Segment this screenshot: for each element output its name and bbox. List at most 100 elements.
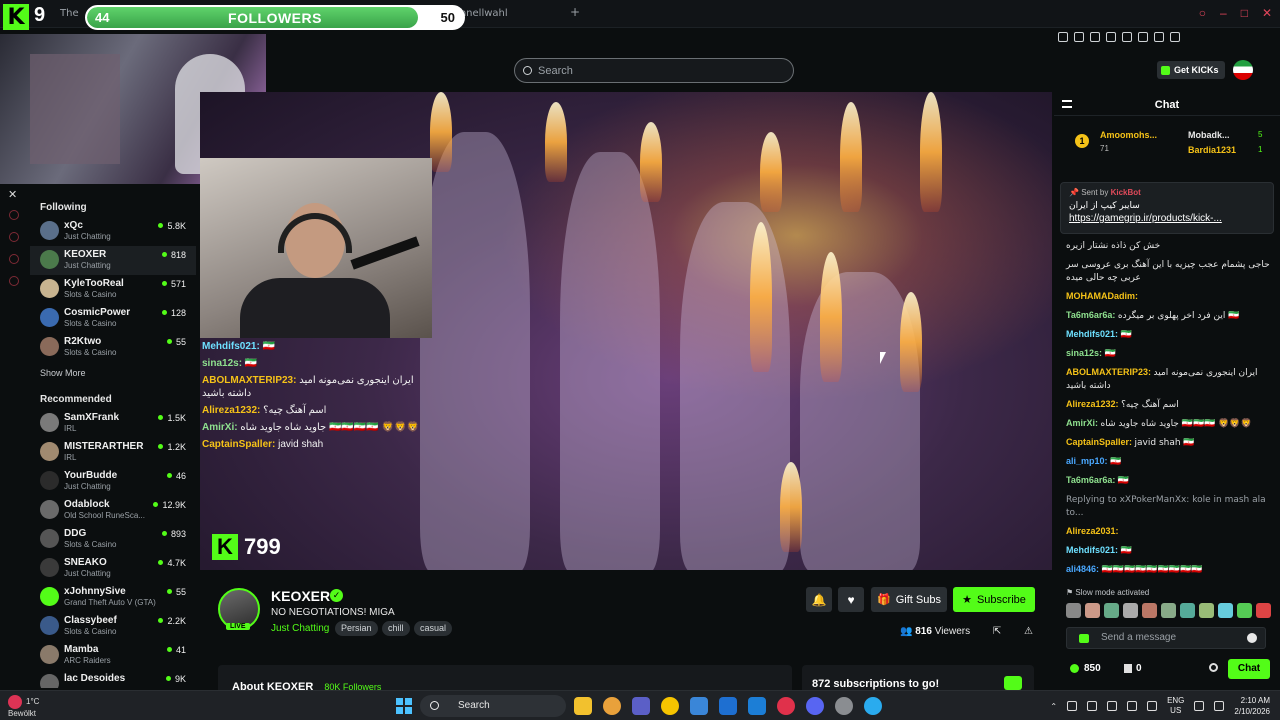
gift-subs-button[interactable]: 🎁 Gift Subs xyxy=(871,587,947,612)
browse-icon[interactable] xyxy=(9,210,19,220)
chat-message[interactable]: ali4846: 🇮🇷🇮🇷🇮🇷🇮🇷🇮🇷🇮🇷🇮🇷🇮🇷🇮🇷 xyxy=(1062,560,1274,579)
history-icon[interactable] xyxy=(9,232,19,242)
get-kicks-button[interactable]: Get KICKs xyxy=(1157,61,1225,79)
weather-widget[interactable]: 1°C Bewölkt xyxy=(8,695,39,719)
pinned-link[interactable]: https://gamegrip.ir/products/kick-... xyxy=(1069,213,1265,224)
chat-username[interactable]: Alireza1232: xyxy=(1066,399,1119,409)
windows-start-icon[interactable] xyxy=(396,698,412,714)
chat-username[interactable]: CaptainSpaller: xyxy=(1066,437,1132,447)
chat-username[interactable]: sina12s: xyxy=(1066,348,1102,358)
channel-name[interactable]: KEOXER xyxy=(271,588,330,604)
report-icon[interactable]: ⚠ xyxy=(1024,626,1033,637)
tray-icon[interactable] xyxy=(1087,701,1098,711)
chat-message[interactable]: خش کن ذاذه نشتار ازیره xyxy=(1062,236,1274,255)
opera-browser-icon[interactable] xyxy=(777,697,795,715)
subscribe-button[interactable]: ★ Subscribe xyxy=(953,587,1035,612)
show-more-link[interactable]: Show More xyxy=(30,362,196,388)
chat-message[interactable]: AmirXi: جاوید شاه جاوید شاه 🇮🇷🇮🇷🇮🇷 🦁🦁🦁 xyxy=(1062,414,1274,433)
sidebar-channel-odablock[interactable]: Odablock Old School RuneSca... 12.9K xyxy=(30,496,196,525)
mail-icon[interactable] xyxy=(719,697,737,715)
chat-username[interactable]: ABOLMAXTERIP23: xyxy=(1066,367,1151,377)
app-icon[interactable] xyxy=(603,697,621,715)
heart-icon[interactable] xyxy=(1122,32,1132,42)
input-language[interactable]: ENG US xyxy=(1167,696,1184,716)
chat-message[interactable]: حاجی پشمام عجب چیزیه با این آهنگ بری عرو… xyxy=(1062,255,1274,287)
play-icon[interactable] xyxy=(1106,32,1116,42)
restore-icon[interactable]: □ xyxy=(1241,6,1248,20)
chat-message[interactable]: MOHAMADadim: xyxy=(1062,287,1274,306)
bookmark-icon[interactable] xyxy=(1058,32,1068,42)
stream-category[interactable]: Just Chatting xyxy=(271,623,329,634)
store-icon[interactable] xyxy=(690,697,708,715)
notification-bell-button[interactable]: 🔔 xyxy=(806,587,832,612)
sidebar-channel-samxfrank[interactable]: SamXFrank IRL 1.5K xyxy=(30,409,196,438)
leader-name[interactable]: Mobadk... xyxy=(1188,130,1230,140)
send-chat-button[interactable]: Chat xyxy=(1228,659,1270,679)
app-icon[interactable] xyxy=(661,697,679,715)
leader-name[interactable]: Bardia1231 xyxy=(1188,145,1236,155)
telegram-icon[interactable] xyxy=(864,697,882,715)
emote-icon[interactable] xyxy=(1256,603,1271,618)
emote-icon[interactable] xyxy=(1123,603,1138,618)
chevron-up-icon[interactable]: ⌃ xyxy=(1050,702,1057,711)
tray-icon[interactable] xyxy=(1107,701,1118,711)
discord-icon[interactable] xyxy=(806,697,824,715)
minimize-icon[interactable]: – xyxy=(1220,6,1227,20)
emote-icon[interactable] xyxy=(1142,603,1157,618)
chat-message[interactable]: ABOLMAXTERIP23: ایران اینجوری نمی‌مونه ا… xyxy=(1062,363,1274,395)
tag-chill[interactable]: chill xyxy=(382,621,410,636)
goal-icon[interactable] xyxy=(1004,676,1022,690)
microphone-icon[interactable] xyxy=(1147,701,1158,711)
emote-icon[interactable] xyxy=(1199,603,1214,618)
tray-icon[interactable] xyxy=(1067,701,1078,711)
app-icon[interactable] xyxy=(835,697,853,715)
sidebar-channel-lac desoides[interactable]: lac Desoides 9K xyxy=(30,670,196,688)
teams-icon[interactable] xyxy=(632,697,650,715)
capture-icon[interactable] xyxy=(1074,32,1084,42)
chat-message[interactable]: ali_mp10: 🇮🇷 xyxy=(1062,452,1274,471)
gear-icon[interactable] xyxy=(1209,663,1218,672)
emote-icon[interactable] xyxy=(1180,603,1195,618)
emote-icon[interactable] xyxy=(1237,603,1252,618)
volume-icon[interactable] xyxy=(1214,701,1225,711)
chat-message[interactable]: Mehdifs021: 🇮🇷 xyxy=(1062,541,1274,560)
system-clock[interactable]: 2:10 AM 2/10/2026 xyxy=(1234,695,1270,717)
chat-message[interactable]: Ta6m6ar6a: این فرد اخر پهلوی بر میگرده 🇮… xyxy=(1062,306,1274,325)
share-icon[interactable]: ⇱ xyxy=(993,626,1001,637)
chat-message[interactable]: sina12s: 🇮🇷 xyxy=(1062,344,1274,363)
sidebar-channel-r2ktwo[interactable]: R2Ktwo Slots & Casino 55 xyxy=(30,333,196,362)
chat-message[interactable]: Replying to xXPokerManXx: kole in mash a… xyxy=(1062,490,1274,522)
user-avatar[interactable] xyxy=(1233,60,1253,80)
emote-icon[interactable] xyxy=(1066,603,1081,618)
sidebar-channel-keoxer[interactable]: KEOXER Just Chatting 818 xyxy=(30,246,196,275)
chat-username[interactable]: AmirXi: xyxy=(1066,418,1098,428)
browser-tab[interactable]: The xyxy=(60,8,79,19)
channel-points[interactable]: 850 xyxy=(1070,663,1101,674)
tag-persian[interactable]: Persian xyxy=(335,621,378,636)
chat-username[interactable]: Ta6m6ar6a: xyxy=(1066,475,1115,485)
kicks-balance[interactable]: 0 xyxy=(1124,663,1142,674)
sidebar-channel-xqc[interactable]: xQc Just Chatting 5.8K xyxy=(30,217,196,246)
sidebar-channel-kyletooreal[interactable]: KyleTooReal Slots & Casino 571 xyxy=(30,275,196,304)
search-icon[interactable]: ○ xyxy=(1199,6,1206,20)
extension-icon[interactable] xyxy=(1138,32,1148,42)
chat-username[interactable]: ali_mp10: xyxy=(1066,456,1108,466)
emote-icon[interactable] xyxy=(1085,603,1100,618)
chat-username[interactable]: Alireza2031: xyxy=(1066,526,1119,536)
chat-message-list[interactable]: خش کن ذاذه نشتار ازیره حاجی پشمام عجب چی… xyxy=(1062,236,1274,596)
emote-icon[interactable] xyxy=(1104,603,1119,618)
wifi-icon[interactable] xyxy=(1194,701,1205,711)
follow-button[interactable]: ♥ xyxy=(838,587,864,612)
sidebar-channel-cosmicpower[interactable]: CosmicPower Slots & Casino 128 xyxy=(30,304,196,333)
sidebar-channel-classybeef[interactable]: Classybeef Slots & Casino 2.2K xyxy=(30,612,196,641)
network-icon[interactable] xyxy=(1127,701,1138,711)
chat-username[interactable]: MOHAMADadim: xyxy=(1066,291,1138,301)
file-explorer-icon[interactable] xyxy=(574,697,592,715)
chat-username[interactable]: Mehdifs021: xyxy=(1066,329,1118,339)
chat-message[interactable]: Alireza1232: اسم آهنگ چیه؟ xyxy=(1062,395,1274,414)
clock-icon[interactable] xyxy=(9,254,19,264)
kick-logo[interactable]: K xyxy=(3,4,29,30)
search-input[interactable]: Search xyxy=(514,58,794,83)
sidebar-channel-yourbudde[interactable]: YourBudde Just Chatting 46 xyxy=(30,467,196,496)
chat-username[interactable]: Ta6m6ar6a: xyxy=(1066,310,1115,320)
